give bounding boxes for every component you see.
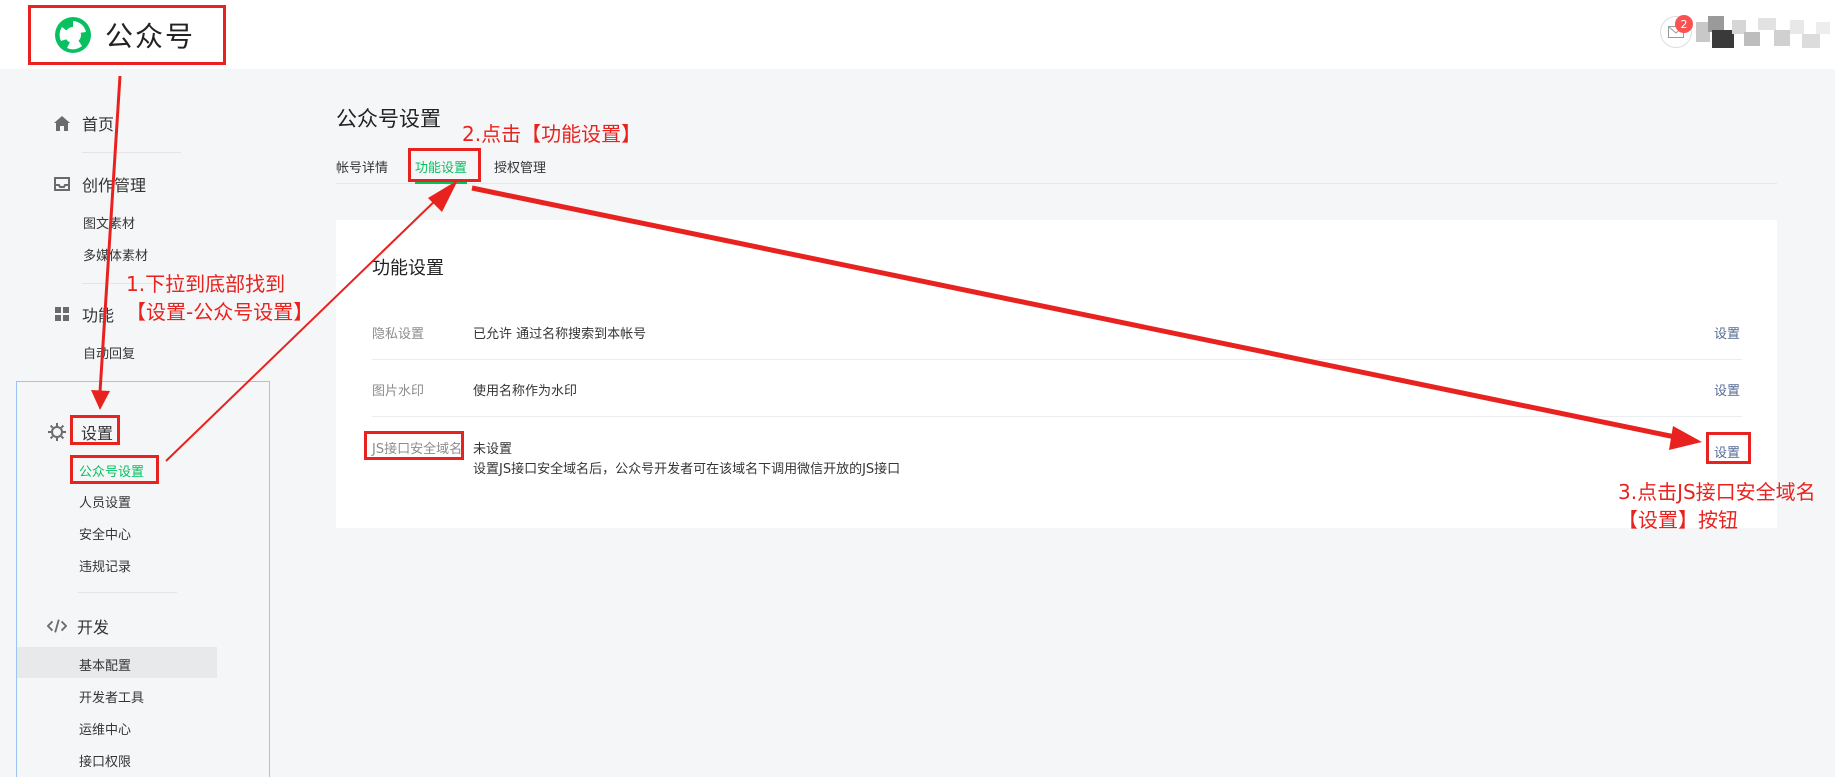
row-divider xyxy=(372,416,1742,417)
row-divider xyxy=(372,359,1742,360)
sidebar-item-multimedia[interactable]: 多媒体素材 xyxy=(83,245,148,264)
annotation-box-js-domain xyxy=(364,431,464,460)
sidebar-group-title: 开发 xyxy=(77,618,110,637)
logo-highlight-box[interactable]: 公众号 xyxy=(28,5,226,65)
card-title: 功能设置 xyxy=(372,258,444,279)
sidebar-group-create[interactable]: 创作管理 xyxy=(52,172,146,196)
top-bar: 公众号 2 xyxy=(0,0,1835,69)
annotation-step1-line2: 【设置-公众号设置】 xyxy=(126,300,314,324)
sidebar-item-home[interactable]: 首页 xyxy=(52,111,114,135)
home-icon xyxy=(52,113,72,133)
sidebar-group-title: 功能 xyxy=(82,306,115,325)
sidebar-item-api-permissions[interactable]: 接口权限 xyxy=(79,751,131,770)
inbox-icon xyxy=(52,174,72,194)
annotation-step1-line1: 1.下拉到底部找到 xyxy=(126,272,286,296)
sidebar-divider xyxy=(82,152,181,153)
annotation-step3-line2: 【设置】按钮 xyxy=(1618,508,1738,532)
brand-name: 公众号 xyxy=(105,20,196,53)
sidebar-item-staff-settings[interactable]: 人员设置 xyxy=(79,492,131,511)
annotation-box-feature-tab xyxy=(408,148,481,182)
feature-settings-card xyxy=(336,220,1777,528)
tab-bar-divider xyxy=(336,183,1777,184)
page-title: 公众号设置 xyxy=(336,107,441,131)
watermark-label: 图片水印 xyxy=(372,384,425,399)
code-icon xyxy=(47,616,67,636)
js-domain-description: 设置JS接口安全域名后，公众号开发者可在该域名下调用微信开放的JS接口 xyxy=(473,462,901,477)
js-domain-value: 未设置 xyxy=(473,442,513,457)
sidebar-home-label: 首页 xyxy=(82,115,115,134)
tab-account-details[interactable]: 帐号详情 xyxy=(336,157,388,176)
watermark-settings-link[interactable]: 设置 xyxy=(1714,380,1740,399)
privacy-value: 已允许 通过名称搜索到本帐号 xyxy=(473,327,647,342)
grid-icon xyxy=(52,304,72,324)
wechat-official-logo-icon xyxy=(55,17,91,53)
annotation-step3-line1: 3.点击JS接口安全域名 xyxy=(1618,480,1816,504)
sidebar-item-ops-center[interactable]: 运维中心 xyxy=(79,719,131,738)
blurred-avatar-icon[interactable] xyxy=(1696,8,1831,56)
privacy-settings-link[interactable]: 设置 xyxy=(1714,323,1740,342)
sidebar-item-violation-records[interactable]: 违规记录 xyxy=(79,556,131,575)
privacy-label: 隐私设置 xyxy=(372,327,425,342)
notification-badge: 2 xyxy=(1675,15,1693,33)
sidebar-item-auto-reply[interactable]: 自动回复 xyxy=(83,343,135,362)
sidebar-item-security-center[interactable]: 安全中心 xyxy=(79,524,131,543)
annotation-box-account-settings xyxy=(70,455,159,484)
gear-icon xyxy=(47,422,67,442)
annotation-box-settings-button xyxy=(1706,432,1751,464)
sidebar-group-title: 创作管理 xyxy=(82,176,147,195)
sidebar-item-basic-config[interactable]: 基本配置 xyxy=(79,655,131,674)
annotation-box-settings xyxy=(70,415,120,445)
tab-authorization[interactable]: 授权管理 xyxy=(494,157,546,176)
sidebar-group-features[interactable]: 功能 xyxy=(52,302,114,326)
annotation-step2: 2.点击【功能设置】 xyxy=(462,122,642,146)
sidebar-item-dev-tools[interactable]: 开发者工具 xyxy=(79,687,144,706)
sidebar-item-image-text[interactable]: 图文素材 xyxy=(83,213,135,232)
sidebar-group-develop[interactable]: 开发 xyxy=(47,614,109,638)
watermark-value: 使用名称作为水印 xyxy=(473,384,578,399)
sidebar-divider xyxy=(78,592,177,593)
